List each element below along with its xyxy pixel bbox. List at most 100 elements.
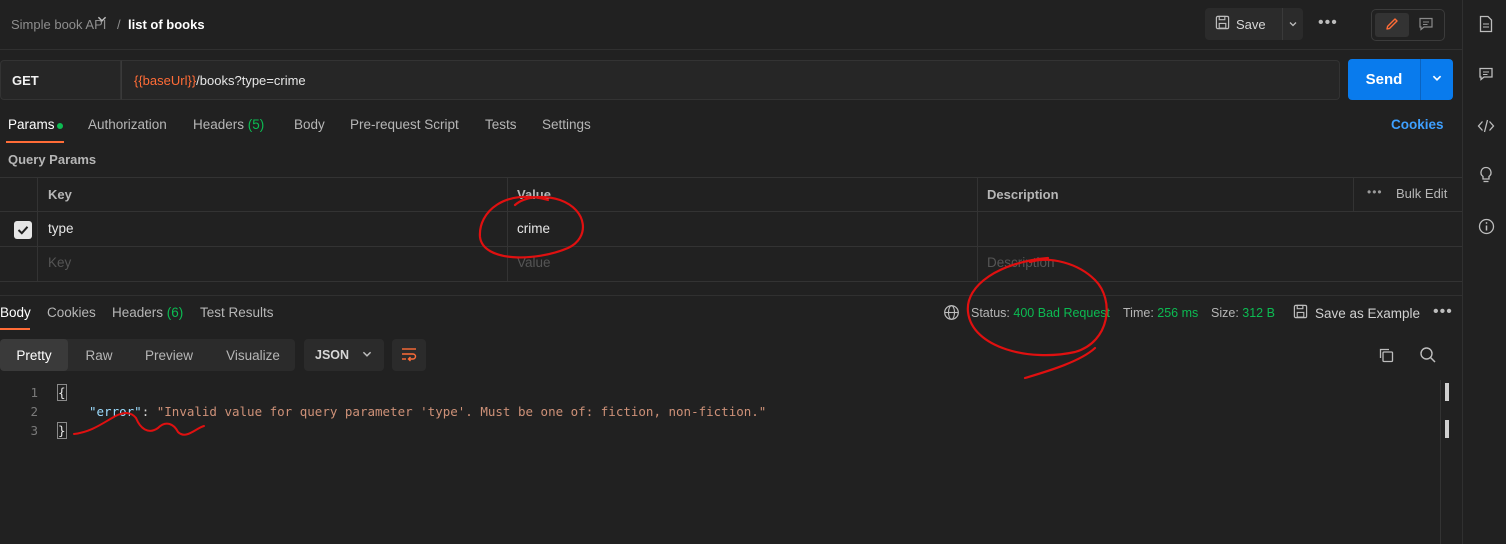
view-pretty[interactable]: Pretty — [0, 339, 68, 371]
code-icon[interactable] — [1476, 116, 1496, 136]
comment-icon — [1418, 16, 1434, 35]
code-line: { — [57, 384, 67, 401]
size-label: Size: — [1211, 306, 1239, 320]
line-number: 2 — [30, 404, 38, 419]
chevron-down-icon — [96, 13, 108, 28]
scrollbar-marker — [1445, 383, 1449, 401]
tab-response-body[interactable]: Body — [0, 305, 31, 320]
params-active-dot — [57, 123, 63, 129]
info-icon[interactable] — [1476, 216, 1496, 236]
json-open-brace: { — [57, 384, 67, 401]
chevron-down-icon — [1431, 72, 1443, 87]
save-label: Save — [1236, 16, 1266, 32]
tab-headers[interactable]: Headers (5) — [193, 117, 264, 132]
tab-response-cookies[interactable]: Cookies — [47, 305, 96, 320]
format-select[interactable]: JSON — [304, 339, 384, 371]
breadcrumb-separator: / — [117, 17, 121, 32]
wrap-lines-icon — [400, 346, 418, 365]
table-divider — [1353, 177, 1354, 211]
scrollbar[interactable] — [1440, 380, 1450, 544]
globe-icon[interactable] — [943, 304, 960, 324]
json-string-value: "Invalid value for query parameter 'type… — [156, 404, 767, 419]
save-icon — [1215, 15, 1230, 33]
param-value-cell[interactable]: crime — [517, 221, 550, 236]
status-value: 400 Bad Request — [1013, 306, 1111, 320]
tab-pre-request-script[interactable]: Pre-request Script — [350, 117, 459, 132]
save-icon — [1293, 304, 1308, 322]
breadcrumb-collection[interactable]: Simple book API — [11, 17, 106, 32]
save-as-example-button[interactable]: Save as Example — [1293, 304, 1420, 322]
time-label: Time: — [1123, 306, 1154, 320]
pencil-icon — [1384, 16, 1400, 35]
search-icon[interactable] — [1419, 346, 1437, 367]
bulk-edit-button[interactable]: Bulk Edit — [1396, 186, 1447, 201]
request-title[interactable]: list of books — [128, 17, 205, 32]
table-border — [0, 211, 1462, 212]
more-icon[interactable]: ••• — [1367, 185, 1383, 199]
send-button[interactable]: Send — [1348, 59, 1420, 100]
view-preview[interactable]: Preview — [134, 339, 204, 371]
view-visualize[interactable]: Visualize — [213, 339, 293, 371]
tab-tests[interactable]: Tests — [485, 117, 517, 132]
send-group: Send — [1348, 59, 1453, 100]
view-mode-toggle — [1371, 9, 1445, 41]
response-status: Status: 400 Bad Request — [971, 306, 1110, 320]
url-input[interactable]: {{baseUrl}}/books?type=crime — [121, 60, 1340, 100]
method-select[interactable]: GET — [0, 60, 121, 100]
column-header-key: Key — [48, 187, 72, 202]
comment-mode-button[interactable] — [1410, 13, 1442, 37]
top-bar: Simple book API / list of books Save ••• — [0, 0, 1462, 50]
params-table: Key Value Description ••• Bulk Edit type… — [0, 177, 1462, 282]
json-close-brace: } — [57, 422, 67, 439]
tab-headers-count: (5) — [247, 117, 265, 132]
document-icon[interactable] — [1476, 14, 1496, 34]
value-placeholder[interactable]: Value — [517, 255, 551, 270]
table-divider — [977, 177, 978, 282]
checkbox-icon[interactable] — [14, 221, 32, 239]
send-options-button[interactable] — [1420, 59, 1453, 100]
wrap-lines-button[interactable] — [392, 339, 426, 371]
copy-icon[interactable] — [1378, 347, 1395, 367]
tab-test-results[interactable]: Test Results — [200, 305, 274, 320]
view-mode-tabs: Pretty Raw Preview Visualize — [0, 339, 295, 371]
tab-authorization[interactable]: Authorization — [88, 117, 167, 132]
edit-mode-button[interactable] — [1375, 13, 1409, 37]
active-tab-indicator — [6, 141, 64, 143]
status-label: Status: — [971, 306, 1010, 320]
description-placeholder[interactable]: Description — [987, 255, 1055, 270]
response-time: Time: 256 ms — [1123, 306, 1198, 320]
column-header-description: Description — [987, 187, 1059, 202]
lightbulb-icon[interactable] — [1476, 165, 1496, 185]
cookies-link[interactable]: Cookies — [1391, 117, 1444, 132]
tab-body[interactable]: Body — [294, 117, 325, 132]
active-tab-indicator — [0, 328, 30, 330]
param-key-cell[interactable]: type — [48, 221, 74, 236]
tab-response-headers-count: (6) — [166, 305, 184, 320]
table-border — [0, 281, 1462, 282]
key-placeholder[interactable]: Key — [48, 255, 71, 270]
chevron-down-icon — [1288, 17, 1298, 32]
tab-params[interactable]: Params — [8, 117, 55, 132]
table-border — [0, 177, 1462, 178]
tab-response-headers-label: Headers — [112, 305, 164, 320]
scrollbar-marker — [1445, 420, 1449, 438]
format-label: JSON — [315, 348, 350, 362]
line-number: 3 — [30, 423, 38, 438]
code-line: } — [57, 422, 67, 439]
tab-response-headers[interactable]: Headers (6) — [112, 305, 183, 320]
tab-settings[interactable]: Settings — [542, 117, 591, 132]
json-key: "error" — [89, 404, 142, 419]
tab-headers-label: Headers — [193, 117, 245, 132]
method-label: GET — [12, 72, 39, 88]
url-variable: {{baseUrl}} — [134, 72, 197, 88]
more-icon[interactable]: ••• — [1318, 14, 1338, 32]
chevron-down-icon — [361, 348, 373, 363]
view-raw[interactable]: Raw — [72, 339, 126, 371]
table-border — [0, 246, 1462, 247]
more-icon[interactable]: ••• — [1433, 303, 1453, 321]
response-size: Size: 312 B — [1211, 306, 1275, 320]
save-options-button[interactable] — [1282, 8, 1303, 40]
save-button[interactable]: Save — [1205, 8, 1281, 40]
response-divider — [0, 295, 1462, 296]
comment-icon[interactable] — [1476, 64, 1496, 84]
